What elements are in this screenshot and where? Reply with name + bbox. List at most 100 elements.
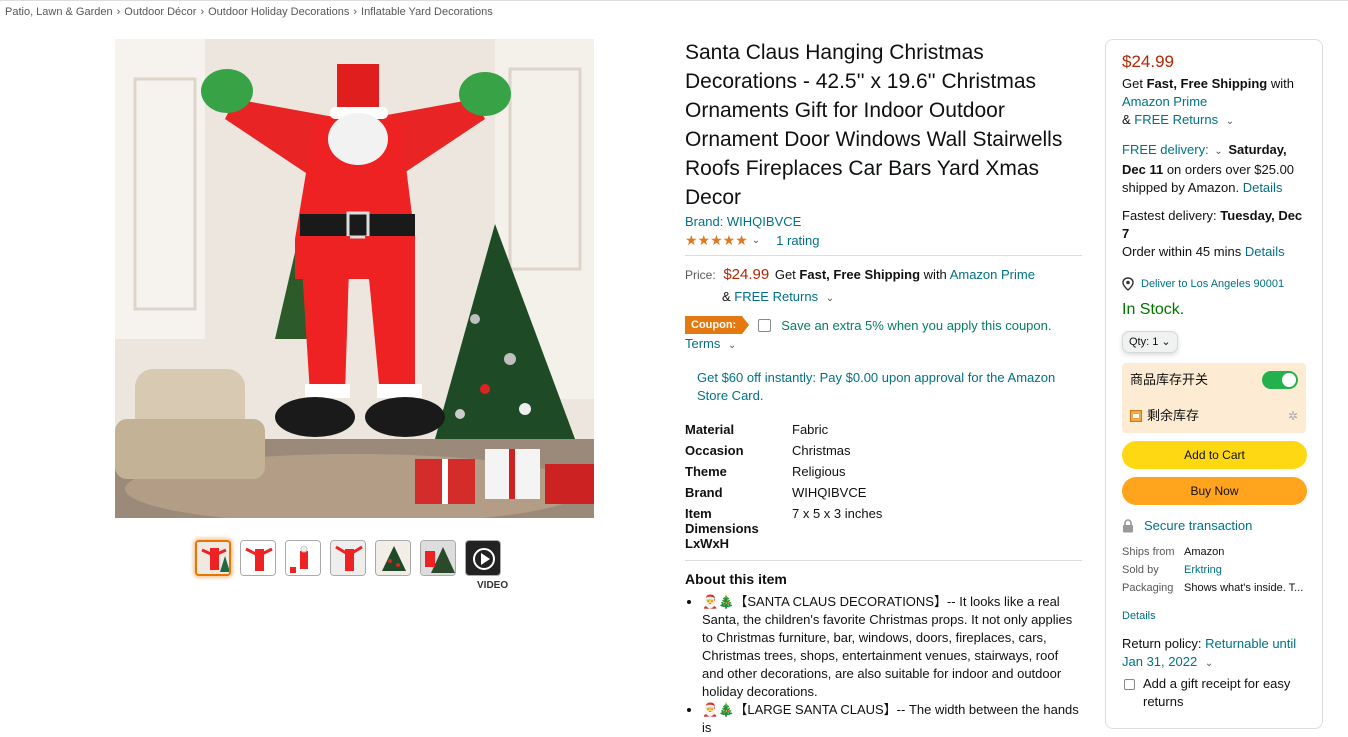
thumbnail[interactable] bbox=[420, 540, 456, 576]
ships-from-value: Amazon bbox=[1184, 546, 1225, 558]
stock-status: In Stock. bbox=[1122, 301, 1185, 318]
breadcrumb: Patio, Lawn & Garden › Outdoor Décor › Outdo… bbox=[5, 6, 493, 18]
spec-value: 7 x 5 x 3 inches bbox=[792, 506, 883, 521]
fastest-delivery: Fastest delivery: Tuesday, Dec 7 Order w… bbox=[1122, 207, 1306, 261]
sold-by-row: Sold by Erktring bbox=[1122, 561, 1306, 579]
free-returns-link[interactable]: FREE Returns bbox=[734, 289, 818, 304]
chevron-down-icon[interactable]: ⌄ bbox=[1205, 658, 1213, 669]
spec-row: Item Dimensions LxWxH 7 x 5 x 3 inches bbox=[685, 503, 882, 554]
spec-key: Brand bbox=[685, 485, 723, 500]
coupon-text[interactable]: Save an extra 5% when you apply this cou… bbox=[781, 318, 1051, 333]
thumbnail[interactable] bbox=[375, 540, 411, 576]
spec-key: Theme bbox=[685, 464, 727, 479]
price-label: Price: bbox=[685, 268, 716, 282]
box-icon bbox=[1130, 410, 1142, 422]
deliver-to-link[interactable]: Deliver to Los Angeles 90001 bbox=[1122, 275, 1306, 293]
spec-row: Material Fabric bbox=[685, 419, 882, 440]
product-title: Santa Claus Hanging Christmas Decoration… bbox=[685, 41, 1063, 209]
video-thumbnail[interactable] bbox=[465, 540, 501, 576]
spec-row: Occasion Christmas bbox=[685, 440, 882, 461]
amazon-prime-link[interactable]: Amazon Prime bbox=[950, 267, 1035, 282]
breadcrumb-item[interactable]: Patio, Lawn & Garden bbox=[5, 6, 113, 18]
ship-get: Get bbox=[1122, 76, 1143, 91]
details-link[interactable]: Details bbox=[1243, 180, 1283, 195]
coupon-checkbox[interactable] bbox=[758, 318, 772, 332]
buybox-price: $24.99 bbox=[1122, 52, 1174, 71]
lock-icon bbox=[1123, 519, 1133, 533]
gift-receipt-label[interactable]: Add a gift receipt for easy returns bbox=[1143, 675, 1306, 711]
ship-with: with bbox=[1270, 76, 1294, 91]
location-pin-icon bbox=[1122, 277, 1134, 291]
buy-box: $24.99 Get Fast, Free Shipping with Amaz… bbox=[1105, 39, 1323, 729]
spec-key: Item Dimensions LxWxH bbox=[685, 506, 759, 551]
shipping-with: with bbox=[923, 267, 947, 282]
main-product-image[interactable] bbox=[115, 39, 594, 518]
santa-image bbox=[115, 39, 594, 518]
breadcrumb-item[interactable]: Outdoor Holiday Decorations bbox=[208, 6, 349, 18]
buy-now-button[interactable]: Buy Now bbox=[1122, 477, 1307, 505]
store-card-offer-link[interactable]: Get $60 off instantly: Pay $0.00 upon ap… bbox=[697, 369, 1082, 405]
details-link[interactable]: Details bbox=[1245, 244, 1285, 259]
price-value: $24.99 bbox=[723, 266, 770, 283]
rating-count-link[interactable]: 1 rating bbox=[776, 233, 819, 248]
remaining-stock-row: 剩余库存 ✲ bbox=[1130, 405, 1298, 427]
breadcrumb-item[interactable]: Outdoor Décor bbox=[124, 6, 196, 18]
stock-toggle-switch[interactable] bbox=[1262, 371, 1298, 389]
seller-link[interactable]: Erktring bbox=[1184, 561, 1222, 579]
secure-label: Secure transaction bbox=[1144, 518, 1253, 533]
breadcrumb-separator: › bbox=[200, 6, 205, 18]
stock-extension-panel: 商品库存开关 剩余库存 ✲ bbox=[1122, 363, 1306, 433]
star-rating-icon[interactable]: ★★★★★ bbox=[685, 232, 748, 249]
stock-toggle-row: 商品库存开关 bbox=[1130, 369, 1298, 391]
product-specs-table: Material Fabric Occasion Christmas Theme Re… bbox=[685, 419, 882, 554]
secure-transaction-link[interactable]: Secure transaction bbox=[1122, 517, 1306, 535]
breadcrumb-separator: › bbox=[116, 6, 121, 18]
divider bbox=[685, 255, 1082, 256]
chevron-down-icon: ⌄ bbox=[728, 340, 737, 351]
seller-info: Ships from Amazon Sold by Erktring Packagi… bbox=[1122, 543, 1306, 597]
price-row: Price: $24.99 Get Fast, Free Shipping wi… bbox=[685, 264, 1082, 310]
details-link[interactable]: Details bbox=[1122, 607, 1306, 625]
chevron-down-icon[interactable]: ⌄ bbox=[752, 235, 760, 246]
spec-value: Christmas bbox=[792, 443, 851, 458]
free-delivery-link[interactable]: FREE delivery: bbox=[1122, 142, 1209, 157]
coupon-badge: Coupon: bbox=[685, 316, 750, 334]
deliver-to-text: Deliver to Los Angeles 90001 bbox=[1141, 278, 1285, 290]
quantity-select[interactable]: Qty: 1 ⌄ bbox=[1122, 331, 1178, 353]
chevron-down-icon: ⌄ bbox=[1161, 336, 1171, 348]
thumbnail[interactable] bbox=[195, 540, 231, 576]
spec-row: Theme Religious bbox=[685, 461, 882, 482]
amazon-prime-link[interactable]: Amazon Prime bbox=[1122, 94, 1207, 109]
spec-value: WIHQIBVCE bbox=[792, 485, 867, 500]
thumbnail[interactable] bbox=[240, 540, 276, 576]
spec-row: Brand WIHQIBVCE bbox=[685, 482, 882, 503]
packaging-label: Packaging bbox=[1122, 582, 1174, 594]
qty-label: Qty: 1 bbox=[1129, 336, 1159, 348]
buybox-shipping: Get Fast, Free Shipping with Amazon Prim… bbox=[1122, 75, 1306, 131]
add-to-cart-button[interactable]: Add to Cart bbox=[1122, 441, 1307, 469]
terms-link[interactable]: Terms ⌄ bbox=[685, 336, 1082, 351]
product-details: Santa Claus Hanging Christmas Decoration… bbox=[685, 38, 1082, 737]
chevron-down-icon[interactable]: ⌄ bbox=[1214, 146, 1222, 157]
shipping-prefix: Get bbox=[774, 267, 796, 282]
breadcrumb-item[interactable]: Inflatable Yard Decorations bbox=[361, 6, 493, 18]
packaging-row: Packaging Shows what's inside. T... bbox=[1122, 579, 1306, 597]
fastest-label: Fastest delivery: bbox=[1122, 208, 1217, 223]
ship-bold: Fast, Free Shipping bbox=[1146, 76, 1268, 91]
thumbnail[interactable] bbox=[330, 540, 366, 576]
thumbnail[interactable] bbox=[285, 540, 321, 576]
chevron-down-icon[interactable]: ⌄ bbox=[1226, 116, 1234, 127]
return-policy: Return policy: Returnable until Jan 31, … bbox=[1122, 635, 1306, 673]
gift-receipt-row: Add a gift receipt for easy returns bbox=[1122, 675, 1306, 711]
returns-amp: & bbox=[1122, 112, 1131, 127]
video-label: VIDEO bbox=[477, 580, 509, 591]
chevron-down-icon[interactable]: ⌄ bbox=[826, 293, 834, 304]
spec-key: Occasion bbox=[685, 443, 744, 458]
free-returns-link[interactable]: FREE Returns bbox=[1134, 112, 1218, 127]
stock-toggle-label: 商品库存开关 bbox=[1130, 372, 1209, 387]
gift-receipt-checkbox[interactable] bbox=[1124, 679, 1135, 690]
ships-from-row: Ships from Amazon bbox=[1122, 543, 1306, 561]
brand-link[interactable]: Brand: WIHQIBVCE bbox=[685, 214, 1082, 229]
loading-spinner-icon: ✲ bbox=[1287, 409, 1298, 423]
return-label: Return policy: bbox=[1122, 636, 1202, 651]
